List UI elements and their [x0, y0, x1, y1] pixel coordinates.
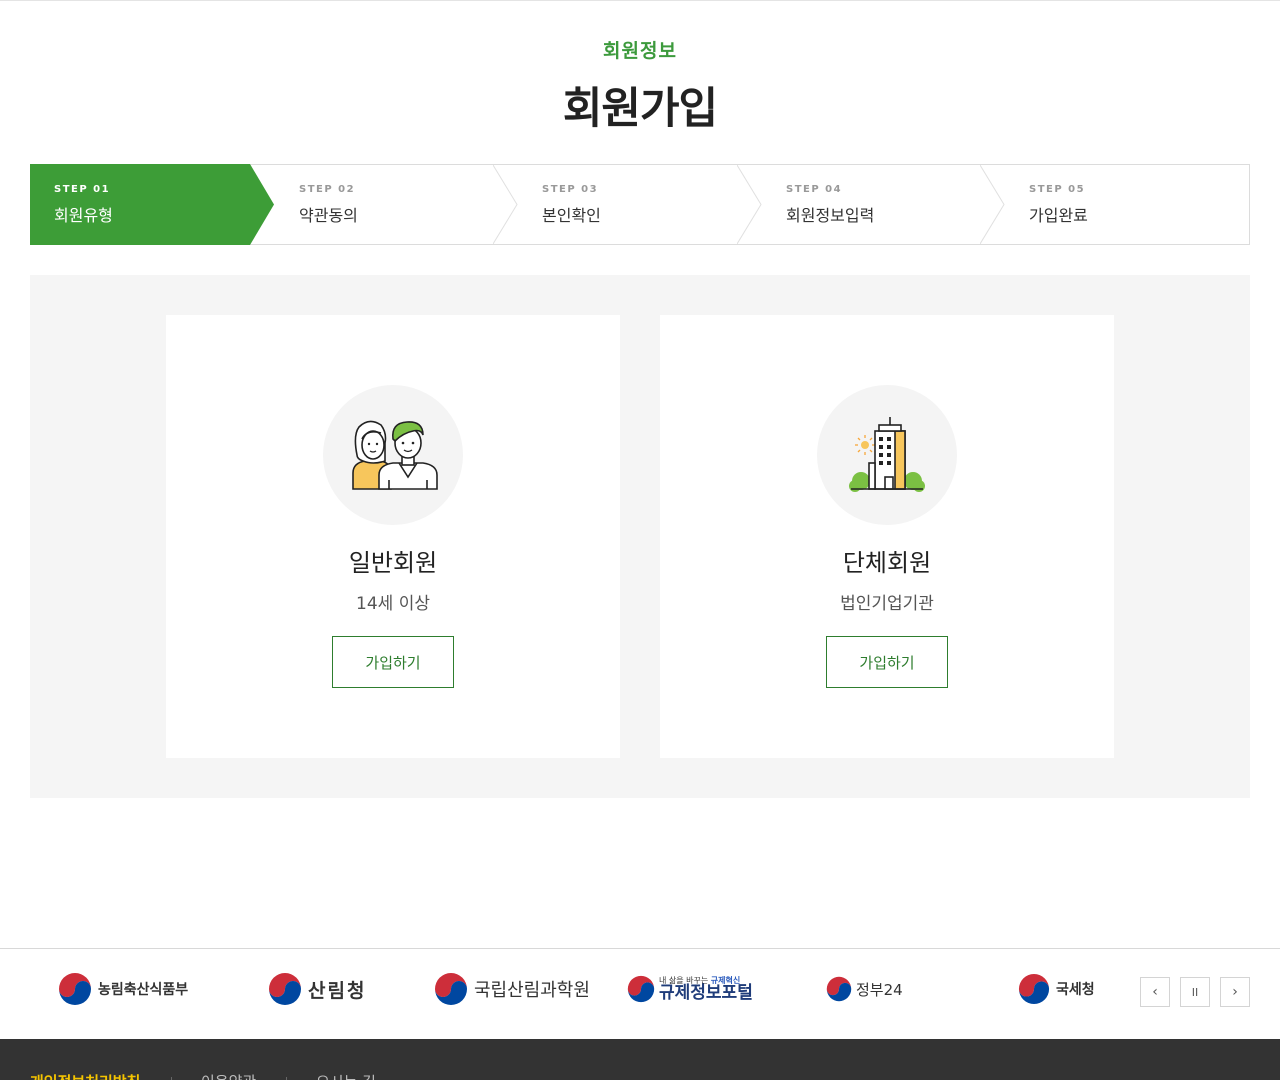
- join-general-button[interactable]: 가입하기: [332, 636, 454, 688]
- step-1: STEP 01 회원유형: [31, 165, 251, 244]
- step-number: STEP 04: [786, 184, 843, 195]
- step-label: 회원정보입력: [786, 206, 875, 225]
- page-subtitle: 회원정보: [603, 40, 677, 62]
- card-title: 단체회원: [842, 549, 932, 577]
- logo-text: 정부24: [856, 980, 903, 999]
- join-group-button[interactable]: 가입하기: [826, 636, 948, 688]
- logo-text: 농림축산식품부: [98, 982, 189, 998]
- taegeuk-emblem-icon: [826, 976, 852, 1002]
- taegeuk-emblem-icon: [59, 973, 91, 1005]
- logo-text: 국세청: [1056, 982, 1095, 998]
- logo-forest-service[interactable]: 산림청: [268, 971, 366, 1007]
- banner-pause-button[interactable]: II: [1180, 977, 1210, 1007]
- step-5: STEP 05 가입완료: [1005, 165, 1225, 244]
- step-number: STEP 01: [54, 184, 111, 195]
- logo-gov24[interactable]: 정부24: [826, 971, 903, 1007]
- group-member-card: 단체회원 법인기업기관 가입하기: [660, 315, 1114, 758]
- logo-text: 국립산림과학원: [474, 980, 590, 1001]
- step-2: STEP 02 약관동의: [275, 165, 495, 244]
- terms-link[interactable]: 이용약관: [201, 1071, 256, 1080]
- logo-nts[interactable]: 국세청: [1018, 971, 1095, 1007]
- page-title: 회원가입: [562, 84, 718, 134]
- building-icon: [817, 385, 957, 525]
- site-footer: 개인정보처리방침 이용약관 오시는 길: [0, 1039, 1280, 1080]
- privacy-policy-link[interactable]: 개인정보처리방침: [30, 1071, 140, 1080]
- related-sites-banner: 농림축산식품부 산림청 국립산림과학원 내 삶을 바꾸는 규제혁신 규제정보포털: [0, 949, 1280, 1039]
- step-label: 회원유형: [54, 206, 113, 225]
- people-icon: [323, 385, 463, 525]
- card-description: 14세 이상: [356, 594, 430, 614]
- step-3: STEP 03 본인확인: [518, 165, 738, 244]
- step-label: 본인확인: [542, 206, 601, 225]
- card-description: 법인기업기관: [840, 594, 934, 614]
- logo-nifos[interactable]: 국립산림과학원: [434, 971, 590, 1007]
- banner-prev-button[interactable]: ‹: [1140, 977, 1170, 1007]
- step-label: 가입완료: [1029, 206, 1088, 225]
- step-separator-chevron: [980, 165, 1005, 244]
- step-separator-chevron: [493, 165, 518, 244]
- step-separator-chevron: [737, 165, 762, 244]
- top-divider: [0, 0, 1280, 1]
- taegeuk-emblem-icon: [627, 975, 655, 1003]
- taegeuk-emblem-icon: [269, 973, 301, 1005]
- logo-text: 산림청: [308, 979, 367, 1002]
- step-4: STEP 04 회원정보입력: [762, 165, 982, 244]
- taegeuk-emblem-icon: [435, 973, 467, 1005]
- member-type-panel: 일반회원 14세 이상 가입하기 단체회원 법인기업기관 가입하기: [30, 275, 1250, 798]
- step-number: STEP 02: [299, 184, 356, 195]
- directions-link[interactable]: 오시는 길: [316, 1071, 376, 1080]
- logo-mafra[interactable]: 농림축산식품부: [58, 971, 188, 1007]
- step-progress: STEP 01 회원유형 STEP 02 약관동의 STEP 03 본인확인 S…: [30, 164, 1250, 245]
- step-number: STEP 05: [1029, 184, 1086, 195]
- general-member-card: 일반회원 14세 이상 가입하기: [166, 315, 620, 758]
- logo-regulation-portal[interactable]: 내 삶을 바꾸는 규제혁신 규제정보포털: [627, 971, 753, 1007]
- step-number: STEP 03: [542, 184, 599, 195]
- taegeuk-emblem-icon: [1018, 973, 1050, 1005]
- step-label: 약관동의: [299, 206, 358, 225]
- card-title: 일반회원: [348, 549, 438, 577]
- banner-next-button[interactable]: ›: [1220, 977, 1250, 1007]
- logo-text: 규제정보포털: [659, 982, 753, 1003]
